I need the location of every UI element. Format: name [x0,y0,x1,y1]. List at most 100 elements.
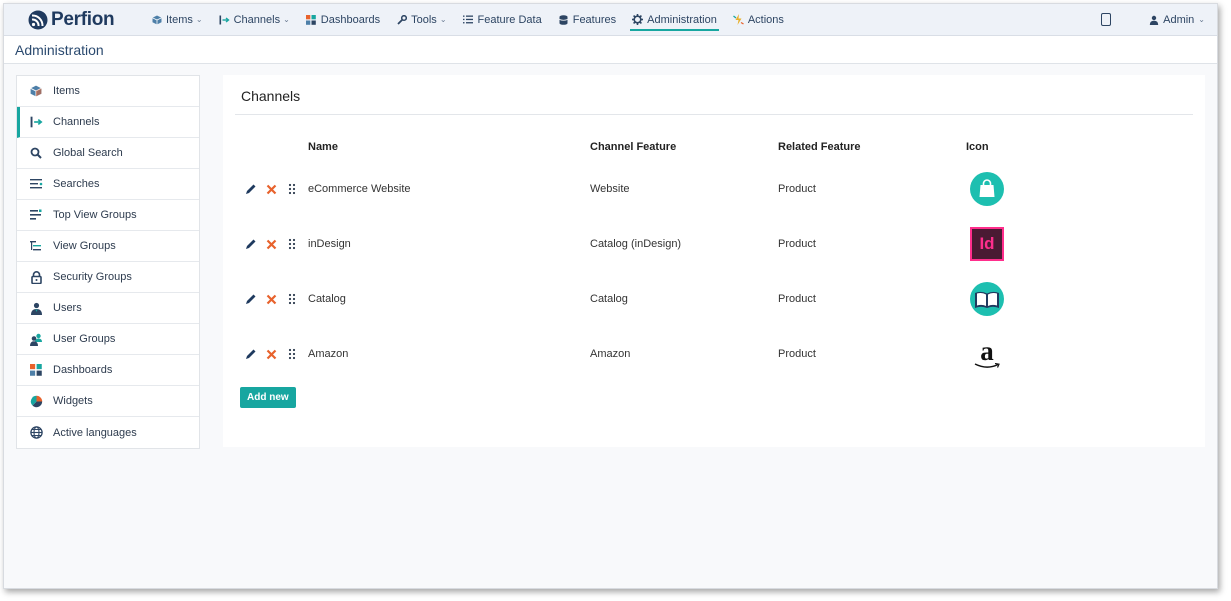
dashboard-grid-icon [306,14,317,25]
open-book-icon [968,280,1006,318]
cube-icon [151,14,162,25]
shopping-bag-icon [968,170,1006,208]
column-header-name[interactable]: Name [308,141,338,153]
nav-actions[interactable]: Actions [725,4,792,35]
sidebar-item-user-groups[interactable]: User Groups [17,324,199,355]
column-header-icon[interactable]: Icon [966,141,989,153]
delete-icon[interactable] [264,347,278,361]
sidebar-item-label: Items [53,85,80,97]
sidebar-item-active-languages[interactable]: Active languages [17,417,199,448]
app-window: Perfion Items ⌄ Channels ⌄ Dashboards To… [3,3,1218,589]
edit-icon[interactable] [244,182,258,196]
sidebar-item-dashboards[interactable]: Dashboards [17,355,199,386]
search-icon [29,146,43,160]
amazon-icon-letter: a [980,336,994,366]
drag-handle-icon[interactable] [285,237,299,251]
indesign-icon: Id [968,225,1006,263]
nav-dashboards[interactable]: Dashboards [298,4,388,35]
drag-handle-icon[interactable] [285,347,299,361]
channel-name: inDesign [308,238,351,250]
nav-administration[interactable]: Administration [624,4,725,35]
perfion-logo-icon [28,10,48,29]
chevron-down-icon: ⌄ [195,15,203,24]
panel-title: Channels [241,88,301,104]
sidebar-item-label: Active languages [53,426,137,439]
pie-icon [29,394,43,408]
sidebar-item-security-groups[interactable]: Security Groups [17,262,199,293]
edit-icon[interactable] [244,347,258,361]
nav-features-label: Features [572,13,617,26]
column-header-channel-feature[interactable]: Channel Feature [590,141,676,153]
channel-feature: Website [590,183,630,195]
nav-tools[interactable]: Tools ⌄ [388,4,454,35]
user-group-icon [29,332,43,346]
table-row: Catalog Catalog Product [223,280,1205,320]
sidebar-item-label: Searches [53,178,100,190]
perfion-logo[interactable]: Perfion [28,9,140,31]
channel-feature: Catalog (inDesign) [590,238,682,250]
user-menu[interactable]: Admin ⌄ [1149,14,1205,26]
indesign-icon-text: Id [970,227,1004,261]
mobile-device-icon[interactable] [1101,13,1112,26]
edit-icon[interactable] [244,292,258,306]
globe-icon [29,426,43,440]
sidebar-item-label: Channels [53,116,100,128]
database-icon [558,14,569,25]
main-menu: Items ⌄ Channels ⌄ Dashboards Tools ⌄ Fe… [143,4,792,35]
delete-icon[interactable] [264,182,278,196]
sidebar-item-channels[interactable]: Channels [17,107,199,138]
channel-feature: Catalog [590,293,628,305]
lock-icon [29,270,43,284]
add-new-button[interactable]: Add new [240,387,296,408]
page-header: Administration [4,36,1217,64]
nav-channels[interactable]: Channels ⌄ [211,4,298,35]
drag-handle-icon[interactable] [285,182,299,196]
wrench-icon [396,14,407,25]
sidebar-item-users[interactable]: Users [17,293,199,324]
sidebar-item-widgets[interactable]: Widgets [17,386,199,417]
dashboard-grid-icon [29,363,43,377]
channel-name: eCommerce Website [308,183,411,195]
nav-dashboards-label: Dashboards [320,13,381,26]
nav-feature-data[interactable]: Feature Data [455,4,550,35]
admin-sidebar: Items Channels Global Search Searches To… [16,75,200,449]
lightning-icon [732,14,744,25]
table-row: inDesign Catalog (inDesign) Product Id [223,225,1205,265]
cube-icon [29,84,43,98]
divider [235,114,1193,115]
sidebar-item-label: View Groups [53,240,116,252]
nav-right: Admin ⌄ [1101,4,1205,35]
related-feature: Product [778,238,816,250]
sidebar-item-global-search[interactable]: Global Search [17,138,199,169]
page-title: Administration [15,41,104,58]
column-header-related-feature[interactable]: Related Feature [778,141,861,153]
delete-icon[interactable] [264,292,278,306]
sidebar-item-view-groups[interactable]: View Groups [17,231,199,262]
amazon-icon: a [968,335,1006,373]
channel-arrow-icon [219,14,230,25]
related-feature: Product [778,293,816,305]
nav-feature-data-label: Feature Data [477,13,542,26]
drag-handle-icon[interactable] [285,292,299,306]
table-row: eCommerce Website Website Product [223,170,1205,210]
edit-icon[interactable] [244,237,258,251]
nav-features[interactable]: Features [550,4,624,35]
user-icon [29,301,43,315]
channel-arrow-icon [29,115,43,129]
sidebar-item-label: Widgets [53,395,93,407]
channel-feature: Amazon [590,348,631,360]
channels-panel: Channels Name Channel Feature Related Fe… [223,75,1205,447]
gear-icon [632,14,644,25]
sidebar-item-label: Top View Groups [53,209,137,221]
sidebar-item-top-view-groups[interactable]: Top View Groups [17,200,199,231]
delete-icon[interactable] [264,237,278,251]
sidebar-item-searches[interactable]: Searches [17,169,199,200]
sidebar-item-label: Dashboards [53,364,113,376]
searches-list-icon [29,177,43,191]
nav-actions-label: Actions [747,13,784,26]
nav-items-label: Items [166,13,193,26]
nav-items[interactable]: Items ⌄ [143,4,211,35]
sidebar-item-label: User Groups [53,333,116,345]
sidebar-item-items[interactable]: Items [17,76,199,107]
sidebar-item-label: Users [53,302,82,314]
